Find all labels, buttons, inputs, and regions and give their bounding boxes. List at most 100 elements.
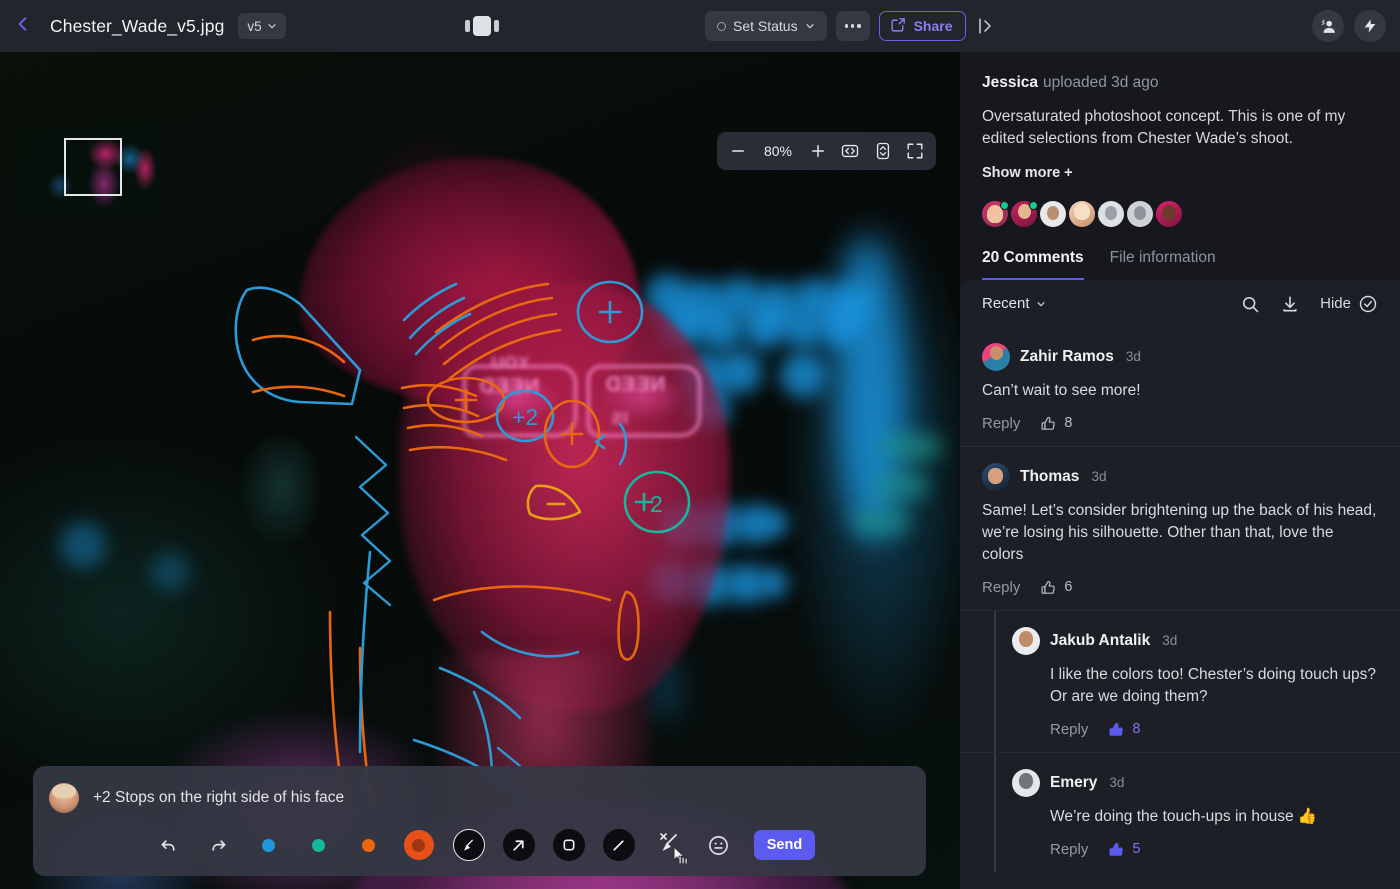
brush-tool-button[interactable] — [444, 824, 494, 866]
avatar[interactable] — [1040, 201, 1066, 227]
compare-versions-icon — [465, 15, 499, 37]
version-selector[interactable]: v5 — [238, 13, 285, 39]
comment-avatar — [982, 343, 1010, 371]
color-swatch-red-orange-selected[interactable] — [394, 824, 444, 866]
topbar-center-actions: Set Status Share — [705, 11, 966, 41]
toggle-side-panel-button[interactable] — [975, 16, 995, 36]
avatar[interactable] — [1127, 201, 1153, 227]
zoom-in-button[interactable] — [809, 142, 827, 160]
avatar[interactable] — [1156, 201, 1182, 227]
comments-panel: Recent Hide — [960, 280, 1400, 889]
chevron-left-icon — [13, 14, 33, 39]
share-button[interactable]: Share — [879, 11, 966, 41]
undo-button[interactable] — [144, 824, 194, 866]
like-button[interactable]: 5 — [1108, 841, 1140, 858]
clear-brush-icon — [654, 828, 684, 863]
comment-header: Zahir Ramos 3d — [982, 343, 1378, 371]
send-button[interactable]: Send — [754, 830, 815, 860]
reply-button[interactable]: Reply — [982, 579, 1020, 596]
image-viewer[interactable]: YOU NEED NEED IS — [0, 52, 960, 889]
color-dot-icon — [312, 839, 325, 852]
avatar[interactable] — [1011, 201, 1037, 227]
comment-text: Can’t wait to see more! — [982, 380, 1378, 402]
comment-item-reply: Jakub Antalik 3d I like the colors too! … — [960, 610, 1400, 752]
show-more-button[interactable]: Show more + — [982, 165, 1378, 181]
fit-height-button[interactable] — [873, 141, 893, 161]
rectangle-tool-button[interactable] — [544, 824, 594, 866]
reply-button[interactable]: Reply — [1050, 841, 1088, 858]
line-tool-button[interactable] — [594, 824, 644, 866]
compare-versions-button[interactable] — [465, 15, 499, 37]
search-icon — [1240, 294, 1260, 314]
details-side-panel: Jessicauploaded 3d ago Oversaturated pho… — [960, 52, 1400, 889]
composer-input-row[interactable]: +2 Stops on the right side of his face — [49, 778, 910, 818]
color-swatch-blue[interactable] — [244, 824, 294, 866]
comment-text: Same! Let’s consider brightening up the … — [982, 500, 1378, 566]
color-swatch-orange[interactable] — [344, 824, 394, 866]
comment-header: Jakub Antalik 3d — [1012, 627, 1378, 655]
like-button[interactable]: 6 — [1040, 579, 1072, 596]
comments-sort-label: Recent — [982, 295, 1030, 312]
comment-text: I like the colors too! Chester’s doing t… — [1012, 664, 1378, 708]
thumbs-up-icon — [1108, 721, 1125, 738]
thumbs-up-icon — [1108, 841, 1125, 858]
more-dot — [851, 24, 854, 27]
lightning-button[interactable] — [1354, 10, 1386, 42]
download-comments-button[interactable] — [1280, 294, 1300, 314]
search-comments-button[interactable] — [1240, 294, 1260, 314]
invite-people-button[interactable] — [1312, 10, 1344, 42]
hide-resolved-button[interactable]: Hide — [1320, 294, 1378, 314]
comment-item: Thomas 3d Same! Let’s consider brighteni… — [960, 446, 1400, 610]
fullscreen-button[interactable] — [906, 142, 924, 160]
comment-avatar — [982, 463, 1010, 491]
comment-actions: Reply 8 — [1012, 721, 1378, 738]
image-navigator[interactable] — [20, 124, 162, 212]
invite-people-icon — [1320, 18, 1337, 35]
fit-height-icon — [873, 141, 893, 161]
set-status-button[interactable]: Set Status — [705, 11, 827, 41]
comment-item-reply: Emery 3d We’re doing the touch-ups in ho… — [960, 752, 1400, 872]
lightning-bolt-icon — [1362, 18, 1378, 34]
comment-input[interactable]: +2 Stops on the right side of his face — [93, 789, 344, 807]
comment-author: Thomas — [1020, 468, 1079, 486]
avatar[interactable] — [982, 201, 1008, 227]
check-circle-icon — [1358, 294, 1378, 314]
reply-button[interactable]: Reply — [1050, 721, 1088, 738]
navigator-viewport[interactable] — [64, 138, 122, 196]
brush-icon — [453, 829, 485, 861]
avatar[interactable] — [1098, 201, 1124, 227]
redo-icon — [208, 835, 229, 856]
tab-comments[interactable]: 20 Comments — [982, 249, 1084, 280]
clear-drawing-button[interactable] — [644, 824, 694, 866]
comment-timestamp: 3d — [1109, 775, 1124, 790]
arrow-tool-button[interactable] — [494, 824, 544, 866]
undo-icon — [158, 835, 179, 856]
reply-button[interactable]: Reply — [982, 415, 1020, 432]
like-count: 6 — [1064, 579, 1072, 595]
uploader-name: Jessica — [982, 74, 1038, 91]
like-button[interactable]: 8 — [1108, 721, 1140, 738]
back-button[interactable] — [6, 9, 40, 43]
color-swatch-green[interactable] — [294, 824, 344, 866]
emoji-picker-button[interactable] — [694, 824, 744, 866]
composer-avatar — [49, 783, 79, 813]
collapse-panel-icon — [975, 16, 995, 36]
redo-button[interactable] — [194, 824, 244, 866]
upload-time: uploaded 3d ago — [1043, 74, 1159, 91]
collaborator-avatars — [982, 201, 1378, 227]
more-options-button[interactable] — [836, 11, 870, 41]
topbar-right-actions — [1312, 10, 1386, 42]
like-button[interactable]: 8 — [1040, 415, 1072, 432]
tab-file-information[interactable]: File information — [1110, 249, 1216, 280]
comments-sort-button[interactable]: Recent — [982, 295, 1046, 312]
zoom-out-button[interactable] — [729, 142, 747, 160]
version-label: v5 — [247, 19, 261, 34]
file-title: Chester_Wade_v5.jpg — [50, 16, 224, 37]
comment-avatar — [1012, 627, 1040, 655]
arrow-icon — [503, 829, 535, 861]
rectangle-icon — [553, 829, 585, 861]
plus-icon — [809, 142, 827, 160]
download-icon — [1280, 294, 1300, 314]
avatar[interactable] — [1069, 201, 1095, 227]
fit-width-button[interactable] — [840, 141, 860, 161]
